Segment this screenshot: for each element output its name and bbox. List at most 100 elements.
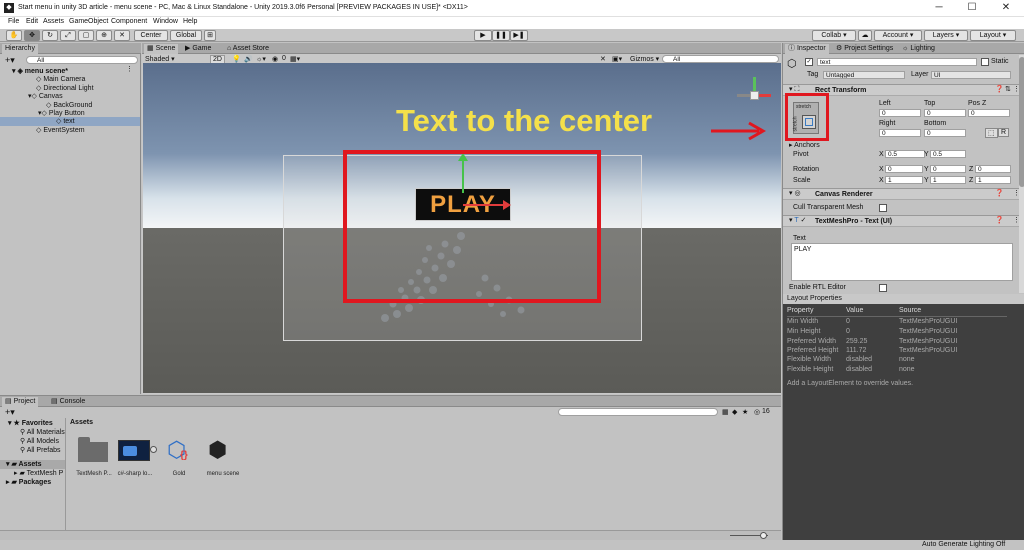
zoom-slider-thumb[interactable]	[760, 532, 767, 539]
expand-arrow-icon[interactable]	[150, 446, 157, 453]
bottom-field[interactable]: 0	[924, 129, 966, 137]
hand-tool-icon[interactable]: ✋	[6, 30, 22, 41]
rotation-x-field[interactable]: 0	[885, 165, 923, 173]
static-checkbox[interactable]	[981, 58, 989, 66]
hidden-objects-icon[interactable]: ◉	[272, 55, 278, 63]
pivot-center-button[interactable]: Center	[134, 30, 168, 41]
hierarchy-item-directional-light[interactable]: ◇ Directional Light	[36, 84, 94, 92]
audio-toggle-icon[interactable]: 🔊	[244, 55, 253, 63]
layout-button[interactable]: Layout ▾	[970, 30, 1016, 41]
object-name-field[interactable]: text	[817, 58, 977, 66]
scale-z-field[interactable]: 1	[975, 176, 1011, 184]
hierarchy-item-menu-scene[interactable]: ▾ ◈ menu scene*	[12, 67, 68, 75]
favorite-all-prefabs[interactable]: ⚲ All Prefabs	[20, 446, 61, 454]
effects-toggle-icon[interactable]: ☼▾	[256, 55, 266, 63]
menu-assets[interactable]: Assets	[43, 18, 64, 25]
canvas-renderer-header[interactable]: Canvas Renderer	[783, 188, 1020, 200]
space-global-button[interactable]: Global	[170, 30, 202, 41]
folder-icon[interactable]	[78, 437, 108, 463]
tab-console[interactable]: ▤ Console	[48, 397, 88, 407]
pivot-y-field[interactable]: 0.5	[930, 150, 966, 158]
menu-gameobject[interactable]: GameObject	[69, 18, 108, 25]
hierarchy-item-text-selected[interactable]: ◇ text	[0, 117, 140, 126]
menu-file[interactable]: File	[8, 18, 19, 25]
step-icon[interactable]: ▶❚	[510, 30, 528, 41]
layers-button[interactable]: Layers ▾	[924, 30, 968, 41]
rotation-y-field[interactable]: 0	[930, 165, 966, 173]
tab-hierarchy[interactable]: Hierarchy	[2, 44, 38, 54]
maximize-button[interactable]: ☐	[961, 1, 983, 15]
minimize-button[interactable]: ─	[928, 1, 950, 15]
csharp-logo-thumbnail[interactable]	[118, 440, 150, 461]
assets-breadcrumb[interactable]: Assets	[70, 419, 93, 426]
close-button[interactable]: ✕	[995, 1, 1017, 15]
tab-project-settings[interactable]: ⚙ Project Settings	[833, 44, 896, 54]
hidden-packages-icon[interactable]: ◎	[754, 408, 760, 416]
hierarchy-item-eventsystem[interactable]: ◇ EventSystem	[36, 126, 85, 134]
tag-dropdown[interactable]: Untagged	[823, 71, 905, 79]
anchors-foldout[interactable]: ▸ Anchors	[789, 141, 820, 149]
preset-icon[interactable]: ⇅	[1005, 85, 1011, 93]
rect-tool-icon[interactable]: ▢	[78, 30, 94, 41]
layer-dropdown[interactable]: UI	[931, 71, 1011, 79]
textmeshpro-header[interactable]: TextMeshPro - Text (UI)	[783, 215, 1020, 227]
scene-viewport[interactable]: PLAY Text to the center	[143, 63, 781, 393]
rotate-tool-icon[interactable]: ↻	[42, 30, 58, 41]
menu-window[interactable]: Window	[153, 18, 178, 25]
hierarchy-item-main-camera[interactable]: ◇ Main Camera	[36, 75, 85, 83]
play-icon[interactable]: ▶	[474, 30, 492, 41]
help-icon[interactable]: ❓	[995, 189, 1004, 197]
collab-button[interactable]: Collab ▾	[812, 30, 856, 41]
tab-scene[interactable]: ▦ Scene	[144, 44, 179, 54]
tools-icon[interactable]: ✕	[600, 55, 606, 63]
tab-lighting[interactable]: ☼ Lighting	[899, 44, 938, 54]
active-checkbox[interactable]: ✓	[805, 58, 813, 66]
move-tool-icon[interactable]: ✥	[24, 30, 40, 41]
tab-project[interactable]: ▤ Project	[2, 397, 39, 407]
grid-toggle-icon[interactable]: ▦▾	[290, 55, 300, 63]
textmesh-folder[interactable]: ▸ ▰ TextMesh P	[14, 469, 63, 477]
custom-tool-icon[interactable]: ✕	[114, 30, 130, 41]
camera-icon[interactable]: ▣▾	[612, 55, 622, 63]
scene-orientation-gizmo-icon[interactable]	[737, 77, 773, 115]
hierarchy-search-input[interactable]: All	[26, 56, 138, 64]
cull-checkbox[interactable]	[879, 204, 887, 212]
hierarchy-item-background[interactable]: ◇ BackGround	[46, 101, 92, 109]
raw-edit-button[interactable]: R	[998, 128, 1010, 137]
favorite-all-materials[interactable]: ⚲ All Materials	[20, 428, 65, 436]
scale-x-field[interactable]: 1	[885, 176, 923, 184]
lighting-toggle-icon[interactable]: 💡	[232, 55, 241, 63]
tab-inspector[interactable]: ⓘ Inspector	[785, 44, 829, 54]
unity-scene-icon[interactable]: ⬢	[208, 436, 238, 464]
help-icon[interactable]: ❓	[995, 85, 1004, 93]
gizmos-dropdown[interactable]: Gizmos ▾	[630, 55, 659, 63]
menu-help[interactable]: Help	[183, 18, 197, 25]
cloud-icon[interactable]: ☁	[858, 30, 872, 41]
shading-mode-dropdown[interactable]: Shaded ▾	[145, 55, 175, 63]
hierarchy-item-canvas[interactable]: ▾◇ Canvas	[28, 92, 63, 100]
account-button[interactable]: Account ▾	[874, 30, 922, 41]
text-area[interactable]: PLAY	[791, 243, 1013, 281]
menu-edit[interactable]: Edit	[26, 18, 38, 25]
search-by-label-icon[interactable]: ◆	[732, 408, 737, 416]
rtl-checkbox[interactable]	[879, 284, 887, 292]
hierarchy-item-play-button[interactable]: ▾◇ Play Button	[38, 109, 85, 117]
rotation-z-field[interactable]: 0	[975, 165, 1011, 173]
assets-folder[interactable]: ▾ ▰ Assets	[0, 460, 65, 469]
top-field[interactable]: 0	[924, 109, 966, 117]
blueprint-mode-icon[interactable]: ⬚	[985, 128, 998, 138]
scale-y-field[interactable]: 1	[930, 176, 966, 184]
menu-component[interactable]: Component	[111, 18, 147, 25]
tab-game[interactable]: ▶ Game	[182, 44, 214, 54]
packages-folder[interactable]: ▸ ▰ Packages	[6, 478, 51, 486]
pivot-x-field[interactable]: 0.5	[885, 150, 925, 158]
pause-icon[interactable]: ❚❚	[492, 30, 510, 41]
create-plus-icon[interactable]: +▾	[5, 55, 15, 66]
right-field[interactable]: 0	[879, 129, 921, 137]
help-icon[interactable]: ❓	[995, 216, 1004, 224]
search-by-type-icon[interactable]: ▦	[722, 408, 729, 416]
scale-tool-icon[interactable]: ⤢	[60, 30, 76, 41]
posz-field[interactable]: 0	[968, 109, 1010, 117]
favorites-foldout[interactable]: ▾ ★ Favorites	[8, 419, 53, 427]
project-search-input[interactable]	[558, 408, 718, 416]
